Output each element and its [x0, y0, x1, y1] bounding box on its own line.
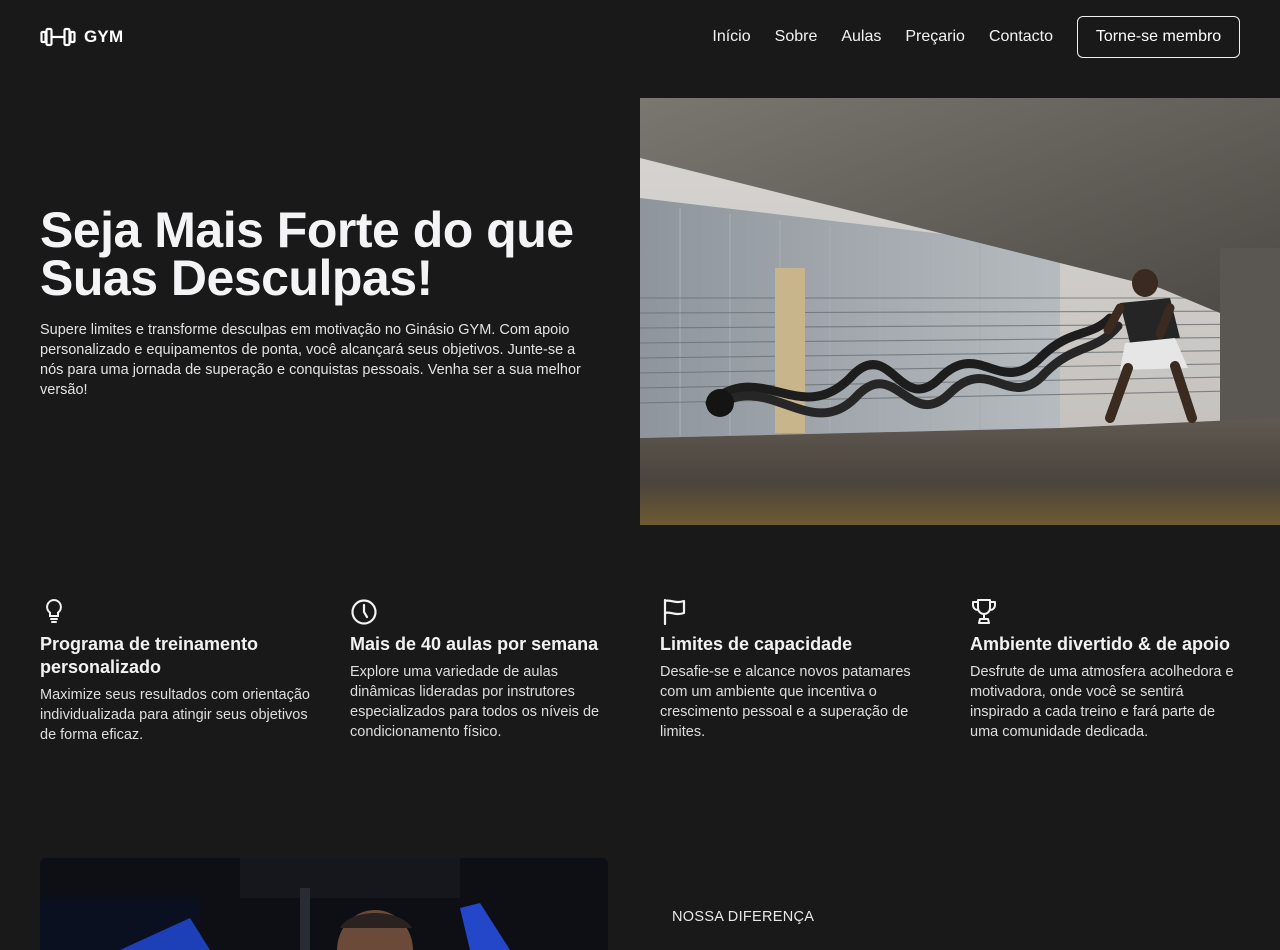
nav-link-inicio[interactable]: Início: [712, 26, 750, 48]
hero-title: Seja Mais Forte do que Suas Desculpas!: [40, 202, 574, 306]
feature-text: Desfrute de uma atmosfera acolhedora e m…: [970, 664, 1234, 740]
nav-link-contacto[interactable]: Contacto: [989, 26, 1053, 48]
feature-text: Maximize seus resultados com orientação …: [40, 687, 310, 743]
feature-text: Explore uma variedade de aulas dinâmicas…: [350, 664, 600, 740]
hero-description: Supere limites e transforme desculpas em…: [40, 322, 581, 398]
trophy-icon: [972, 599, 996, 624]
clock-icon: [351, 599, 377, 625]
feature-title: Ambiente divertido & de apoio: [970, 634, 1231, 654]
nav-link-precario[interactable]: Preçario: [905, 26, 965, 48]
difference-eyebrow: NOSSA DIFERENÇA: [672, 909, 815, 925]
feature-text: Desafie-se e alcance novos patamares com…: [660, 664, 911, 740]
feature-title: Limites de capacidade: [660, 634, 853, 654]
dumbbell-icon: [40, 27, 76, 47]
nav-link-sobre[interactable]: Sobre: [775, 26, 818, 48]
hero-image: [640, 98, 1280, 525]
top-nav: GYM Início Sobre Aulas Preçario Contacto…: [0, 0, 1280, 74]
feature-capacity-limits: Limites de capacidade Desafie-se e alcan…: [660, 597, 930, 742]
difference-image: [40, 858, 608, 950]
feature-fun-environment: Ambiente divertido & de apoio Desfrute d…: [970, 597, 1240, 742]
become-member-button[interactable]: Torne-se membro: [1077, 16, 1240, 58]
nav-link-aulas[interactable]: Aulas: [841, 26, 881, 48]
feature-title: Mais de 40 aulas por semana: [350, 634, 599, 654]
lightbulb-icon: [46, 598, 62, 623]
flag-icon: [663, 598, 686, 625]
feature-personalized-training: Programa de treinamento personalizado Ma…: [40, 597, 310, 745]
brand-logo[interactable]: GYM: [40, 27, 123, 47]
brand-name: GYM: [84, 27, 124, 46]
main-menu: Início Sobre Aulas Preçario Contacto: [712, 26, 1053, 48]
feature-title: Programa de treinamento personalizado: [40, 634, 259, 677]
feature-weekly-classes: Mais de 40 aulas por semana Explore uma …: [350, 597, 620, 742]
